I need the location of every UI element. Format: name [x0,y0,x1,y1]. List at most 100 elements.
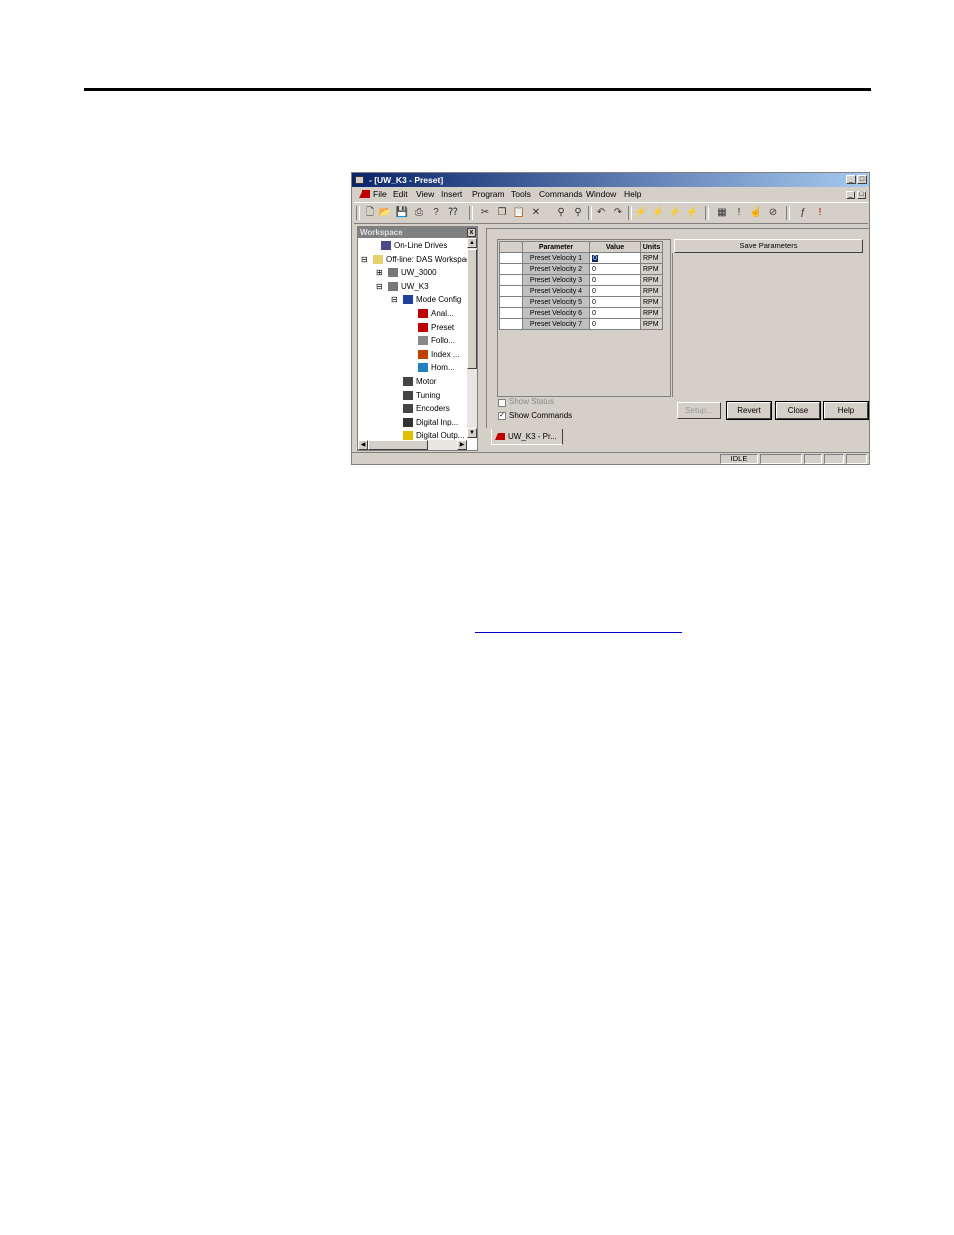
parameter-value-cell[interactable]: 0 [589,285,641,297]
toolbar-separator [786,206,790,220]
parameter-value-cell[interactable]: 0 [589,307,641,319]
save-icon[interactable]: 💾 [395,206,409,219]
function-icon[interactable]: ƒ [796,206,810,219]
restore-button[interactable]: □ [857,175,867,184]
workspace-close-icon[interactable]: x [467,228,476,237]
help-icon[interactable]: ? [429,206,443,219]
cut-icon[interactable]: ✂ [478,206,492,219]
row-selector[interactable] [499,263,523,275]
parameter-value-cell[interactable]: 0 [589,252,641,264]
row-selector-header [499,241,523,253]
document-hyperlink[interactable] [475,632,682,633]
scroll-thumb[interactable] [368,440,428,450]
table-row[interactable]: Preset Velocity 6 0 RPM [499,307,663,319]
table-row[interactable]: Preset Velocity 3 0 RPM [499,274,663,286]
collapse-icon[interactable]: ⊟ [391,294,398,306]
row-selector[interactable] [499,307,523,319]
setup-button[interactable]: Setup... [677,402,721,419]
menu-edit[interactable]: Edit [393,189,408,199]
parameter-value-cell[interactable]: 0 [589,318,641,330]
download-icon[interactable]: ⚡ [668,206,682,219]
row-selector[interactable] [499,274,523,286]
hand-icon[interactable]: ☝ [749,206,763,219]
table-row[interactable]: Preset Velocity 7 0 RPM [499,318,663,330]
menu-view[interactable]: View [416,189,434,199]
scroll-down-icon[interactable]: ▼ [467,428,477,438]
show-status-checkbox[interactable] [498,399,506,407]
connect-icon[interactable]: ⚡ [634,206,648,219]
table-row[interactable]: Preset Velocity 1 0 RPM [499,252,663,264]
replace-icon[interactable]: ⚲ [571,206,585,219]
tree-item-label: Follo... [431,336,456,346]
help-button[interactable]: Help [823,401,869,420]
column-header-parameter[interactable]: Parameter [522,241,590,253]
toolbar-grip[interactable] [356,206,360,220]
expand-icon[interactable]: ⊞ [376,267,383,279]
save-parameters-button[interactable]: Save Parameters [674,239,863,253]
parameter-table: Parameter Value Units Preset Velocity 10… [499,241,663,330]
menu-program[interactable]: Program [472,189,505,199]
parameter-value-cell[interactable]: 0 [589,263,641,275]
menu-file[interactable]: File [373,189,387,199]
row-selector[interactable] [499,252,523,264]
exclamation-icon[interactable]: ! [732,206,746,219]
table-row[interactable]: Preset Velocity 5 0 RPM [499,296,663,308]
document-tab-strip: UW_K3 - Pr... [486,428,869,448]
row-selector[interactable] [499,318,523,330]
status-state: IDLE [720,454,758,464]
tree-item-label: Index ... [431,349,460,359]
alert-icon[interactable]: ! [813,206,827,219]
find-icon[interactable]: ⚲ [554,206,568,219]
open-icon[interactable]: 📂 [378,206,392,219]
row-selector[interactable] [499,296,523,308]
paste-icon[interactable]: 📋 [512,206,526,219]
print-icon[interactable]: ⎙ [412,206,426,219]
menu-insert[interactable]: Insert [441,189,462,199]
copy-icon[interactable]: ❐ [495,206,509,219]
table-row[interactable]: Preset Velocity 2 0 RPM [499,263,663,275]
grid-icon[interactable]: ▦ [715,206,729,219]
stop-icon[interactable]: ⊘ [766,206,780,219]
undo-icon[interactable]: ↶ [594,206,608,219]
show-commands-checkbox[interactable]: ✓ [498,412,506,420]
tree-vertical-scrollbar[interactable]: ▲ ▼ [467,238,477,438]
minimize-button[interactable]: _ [846,175,856,184]
parameter-name-cell: Preset Velocity 3 [522,274,590,286]
menu-help[interactable]: Help [624,189,641,199]
close-button[interactable]: Close [775,401,821,420]
menu-tools[interactable]: Tools [511,189,531,199]
mdi-restore-button[interactable]: □ [857,191,866,199]
tab-uw-k3-preset[interactable]: UW_K3 - Pr... [491,429,563,445]
new-icon[interactable]: 🗋 [363,206,377,219]
verify-icon[interactable]: ⚡ [685,206,699,219]
tree-item-label: UW_3000 [401,268,437,278]
parameter-value-cell[interactable]: 0 [589,296,641,308]
revert-button[interactable]: Revert [726,401,772,420]
redo-icon[interactable]: ↷ [611,206,625,219]
tree-horizontal-scrollbar[interactable]: ◀ ▶ [358,440,467,450]
row-selector[interactable] [499,285,523,297]
upload-icon[interactable]: ⚡ [651,206,665,219]
scroll-thumb[interactable] [467,249,477,369]
collapse-icon[interactable]: ⊟ [376,281,383,293]
mdi-minimize-button[interactable]: _ [846,191,855,199]
tree-item-label: Mode Config [416,295,462,305]
parameter-value-cell[interactable]: 0 [589,274,641,286]
whats-this-icon[interactable]: ⁇ [446,206,460,219]
menu-window[interactable]: Window [586,189,616,199]
delete-icon[interactable]: ✕ [529,206,543,219]
parameter-name-cell: Preset Velocity 2 [522,263,590,275]
menu-commands[interactable]: Commands [539,189,582,199]
collapse-icon[interactable]: ⊟ [361,254,368,266]
app-icon[interactable] [355,176,364,184]
column-header-units[interactable]: Units [640,241,663,253]
scroll-up-icon[interactable]: ▲ [467,238,477,248]
scroll-right-icon[interactable]: ▶ [457,440,467,450]
workspace-title-text: Workspace [360,228,403,237]
table-row[interactable]: Preset Velocity 4 0 RPM [499,285,663,297]
document-icon[interactable] [359,190,370,198]
column-header-value[interactable]: Value [589,241,641,253]
parameter-units-cell: RPM [640,307,663,319]
folder-icon [373,254,383,264]
scroll-left-icon[interactable]: ◀ [358,440,368,450]
